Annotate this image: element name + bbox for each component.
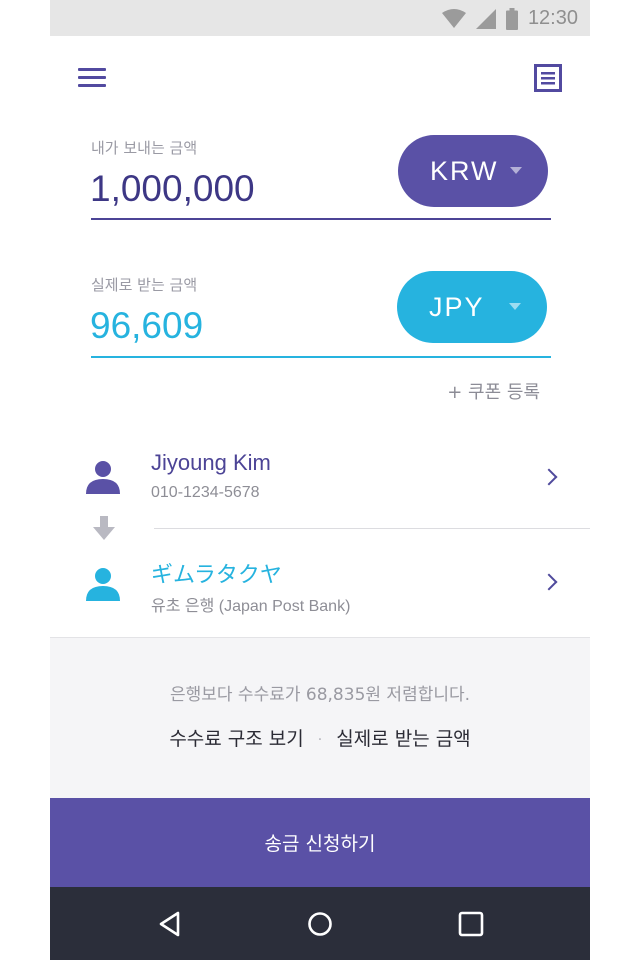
divider: [154, 528, 590, 529]
status-time: 12:30: [527, 7, 578, 29]
send-currency-code: KRW: [430, 156, 499, 186]
recipient-bank: 유초 은행 (Japan Post Bank): [151, 598, 351, 615]
user-icon: [86, 461, 120, 494]
send-amount-label: 내가 보내는 금액: [91, 139, 198, 157]
receive-currency-code: JPY: [429, 292, 485, 322]
arrow-down-icon: [93, 516, 115, 540]
home-circle-icon[interactable]: [305, 909, 335, 939]
chevron-right-icon: [540, 468, 558, 486]
fee-structure-link[interactable]: 수수료 구조 보기: [169, 728, 303, 750]
document-list-icon[interactable]: [534, 64, 562, 92]
link-separator: ·: [317, 731, 323, 748]
battery-icon: [505, 7, 518, 30]
fee-savings-message: 은행보다 수수료가 68,835원 저렴합니다.: [169, 685, 471, 705]
send-currency-dropdown[interactable]: KRW: [398, 135, 548, 207]
sender-phone: 010-1234-5678: [151, 484, 260, 501]
recents-square-icon[interactable]: [456, 909, 486, 939]
receive-amount-underline: [91, 356, 551, 358]
hamburger-menu-icon[interactable]: [78, 68, 106, 88]
receive-amount-input[interactable]: 96,609: [90, 305, 203, 347]
sender-row[interactable]: Jiyoung Kim 010-1234-5678: [50, 438, 590, 518]
receive-amount-label: 실제로 받는 금액: [91, 276, 198, 294]
top-bar: [50, 36, 590, 120]
chevron-down-icon: [509, 303, 521, 310]
wifi-icon: [441, 8, 466, 28]
status-bar: 12:30: [50, 0, 590, 36]
user-icon: [86, 568, 120, 601]
chevron-right-icon: [540, 573, 558, 591]
left-margin: [0, 0, 50, 960]
right-margin: [590, 0, 640, 960]
submit-transfer-button[interactable]: 송금 신청하기: [50, 798, 590, 887]
chevron-down-icon: [510, 167, 522, 174]
fee-info-panel: 은행보다 수수료가 68,835원 저렴합니다. 수수료 구조 보기 · 실제로 받…: [50, 637, 590, 799]
signal-icon: [475, 8, 496, 29]
system-nav-bar: [50, 887, 590, 960]
send-amount-input[interactable]: 1,000,000: [90, 168, 255, 210]
actual-received-link[interactable]: 실제로 받는 금액: [336, 728, 470, 750]
receive-currency-dropdown[interactable]: JPY: [397, 271, 547, 343]
recipient-name: ギムラタクヤ: [151, 562, 282, 587]
add-coupon-link[interactable]: + 쿠폰 등록: [447, 378, 540, 404]
recipient-row[interactable]: ギムラタクヤ 유초 은행 (Japan Post Bank): [50, 545, 590, 625]
send-amount-underline: [91, 218, 551, 220]
info-links: 수수료 구조 보기 · 실제로 받는 금액: [50, 724, 590, 751]
back-triangle-icon[interactable]: [156, 909, 186, 939]
sender-name: Jiyoung Kim: [151, 450, 271, 475]
app-screen: 12:30 내가 보내는 금액 1,000,000 KRW 실제로 받는 금액 …: [50, 0, 590, 960]
